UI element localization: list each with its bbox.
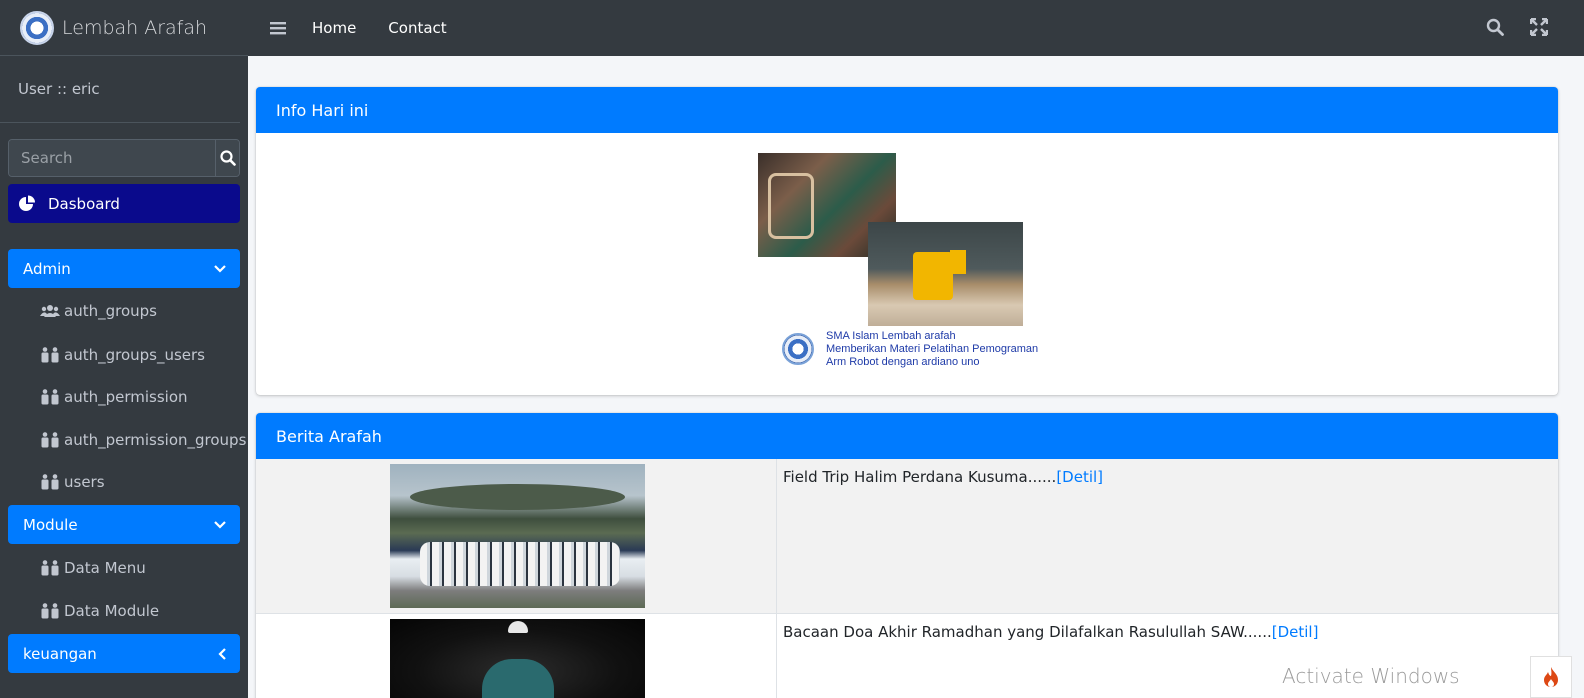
sidebar-search (8, 139, 240, 177)
info-card-header: Info Hari ini (256, 87, 1558, 133)
sidebar-item-data-module[interactable]: Data Module (40, 599, 159, 623)
poster-caption: SMA Islam Lembah arafah Memberikan Mater… (826, 330, 1038, 369)
brand-link[interactable]: Lembah Arafah (0, 0, 248, 56)
sidebar-item-label: auth_permission_groups (64, 431, 247, 449)
activate-windows-watermark: Activate Windows (1282, 664, 1460, 688)
user-panel: User :: eric (0, 56, 240, 123)
pie-chart-icon (18, 195, 36, 213)
users-icon (40, 304, 60, 318)
sidebar-item-users[interactable]: users (40, 470, 105, 494)
poster-caption-line: Arm Robot dengan ardiano uno (826, 356, 980, 368)
flame-icon (1544, 667, 1558, 687)
sidebar-item-auth-groups-users[interactable]: auth_groups_users (40, 343, 205, 367)
news-title: Field Trip Halim Perdana Kusuma...... (783, 468, 1057, 486)
sidebar-group-keuangan[interactable]: keuangan (8, 634, 240, 673)
debug-toolbar-button[interactable] (1530, 656, 1572, 698)
search-input[interactable] (9, 140, 215, 176)
user-group-icon (40, 474, 60, 490)
sidebar-item-label: Data Menu (64, 559, 146, 577)
news-text-cell: Field Trip Halim Perdana Kusuma......[De… (777, 459, 1558, 613)
news-image-cell (256, 459, 777, 613)
sidebar-item-label: users (64, 473, 105, 491)
news-image-cell (256, 614, 777, 698)
expand-icon[interactable] (1529, 17, 1549, 41)
brand-name: Lembah Arafah (62, 16, 208, 39)
search-button[interactable] (215, 140, 239, 176)
info-card-title: Info Hari ini (276, 100, 369, 120)
sidebar-item-label: Data Module (64, 602, 160, 620)
news-detail-link[interactable]: [Detil] (1272, 623, 1319, 641)
sidebar-item-label: Dasboard (48, 194, 120, 213)
search-icon (219, 150, 236, 166)
sidebar-group-label: Module (23, 515, 78, 534)
chevron-left-icon (218, 647, 226, 660)
sidebar-item-auth-permission[interactable]: auth_permission (40, 385, 188, 409)
chevron-down-icon (214, 264, 226, 273)
news-thumbnail-doa (390, 619, 645, 698)
navbar-actions (1486, 17, 1549, 41)
sidebar-item-label: auth_permission (64, 388, 188, 406)
user-group-icon (40, 347, 60, 363)
sidebar-group-admin[interactable]: Admin (8, 249, 240, 288)
sidebar-item-label: auth_groups_users (64, 346, 205, 364)
news-card: Berita Arafah Field Trip Halim Perdana K… (256, 413, 1558, 698)
school-logo (782, 333, 814, 365)
user-group-icon (40, 560, 60, 576)
nav-link-home[interactable]: Home (312, 19, 356, 37)
news-title: Bacaan Doa Akhir Ramadhan yang Dilafalka… (783, 623, 1272, 641)
poster-caption-line: SMA Islam Lembah arafah (826, 330, 956, 342)
sidebar-group-label: keuangan (23, 644, 97, 663)
sidebar-item-auth-permission-groups[interactable]: auth_permission_groups (40, 428, 246, 452)
poster-caption-line: Memberikan Materi Pelatihan Pemograman (826, 343, 1039, 355)
sidebar-item-auth-groups[interactable]: auth_groups (40, 299, 157, 323)
poster-photo-robot-arm (868, 222, 1023, 326)
user-group-icon (40, 389, 60, 405)
sidebar-item-dashboard[interactable]: Dasboard (8, 184, 240, 223)
user-group-icon (40, 603, 60, 619)
user-label: User :: eric (18, 80, 100, 98)
user-group-icon (40, 432, 60, 448)
brand-logo (20, 10, 54, 45)
sidebar: Lembah Arafah User :: eric Dasboard Admi… (0, 0, 248, 698)
top-navbar: Home Contact (248, 0, 1584, 56)
sidebar-item-label: auth_groups (64, 302, 157, 320)
sidebar-group-label: Admin (23, 259, 71, 278)
search-icon[interactable] (1486, 18, 1504, 41)
info-poster-image: SMA Islam Lembah arafah Memberikan Mater… (758, 153, 1048, 373)
news-row: Field Trip Halim Perdana Kusuma......[De… (256, 459, 1558, 614)
news-card-header: Berita Arafah (256, 413, 1558, 459)
sidebar-group-module[interactable]: Module (8, 505, 240, 544)
chevron-down-icon (214, 520, 226, 529)
news-thumbnail-field-trip (390, 464, 645, 608)
nav-link-contact[interactable]: Contact (388, 19, 446, 37)
sidebar-item-data-menu[interactable]: Data Menu (40, 556, 146, 580)
info-card: Info Hari ini SMA Islam Lembah arafah Me… (256, 87, 1558, 395)
news-card-title: Berita Arafah (276, 426, 382, 446)
news-detail-link[interactable]: [Detil] (1056, 468, 1103, 486)
hamburger-icon[interactable] (270, 21, 286, 35)
